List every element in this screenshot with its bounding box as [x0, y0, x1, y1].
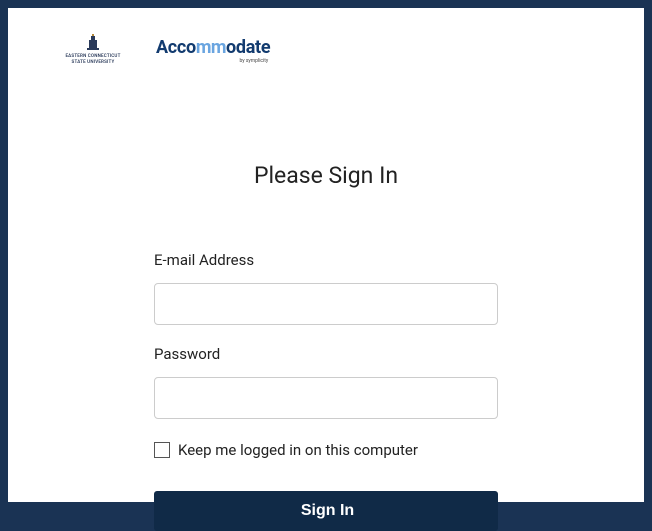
university-crest-icon	[86, 34, 100, 52]
signin-button-label: Sign In	[301, 502, 354, 519]
logo-row: EASTERN CONNECTICUT STATE UNIVERSITY Acc…	[58, 34, 594, 70]
product-byline: by symplicity	[156, 58, 268, 64]
product-logo-wrap: Accommodate by symplicity	[156, 39, 270, 64]
password-field-group: Password	[154, 345, 498, 419]
university-logo: EASTERN CONNECTICUT STATE UNIVERSITY	[58, 34, 128, 70]
signin-card: EASTERN CONNECTICUT STATE UNIVERSITY Acc…	[8, 8, 644, 502]
product-logo-part1: Acco	[156, 37, 196, 58]
product-logo: Accommodate	[156, 39, 270, 57]
university-name: EASTERN CONNECTICUT STATE UNIVERSITY	[58, 54, 128, 66]
university-tagline	[93, 67, 94, 70]
page-title: Please Sign In	[58, 162, 594, 189]
password-label: Password	[154, 345, 498, 363]
signin-form: E-mail Address Password Keep me logged i…	[154, 251, 498, 531]
remember-label: Keep me logged in on this computer	[178, 441, 418, 459]
password-input[interactable]	[154, 377, 498, 419]
email-label: E-mail Address	[154, 251, 498, 269]
product-logo-part2: odate	[226, 37, 270, 58]
remember-row: Keep me logged in on this computer	[154, 441, 498, 459]
product-logo-mm: mm	[196, 37, 226, 58]
email-field-group: E-mail Address	[154, 251, 498, 325]
remember-checkbox[interactable]	[154, 442, 170, 458]
signin-button[interactable]: Sign In	[154, 491, 498, 531]
email-input[interactable]	[154, 283, 498, 325]
